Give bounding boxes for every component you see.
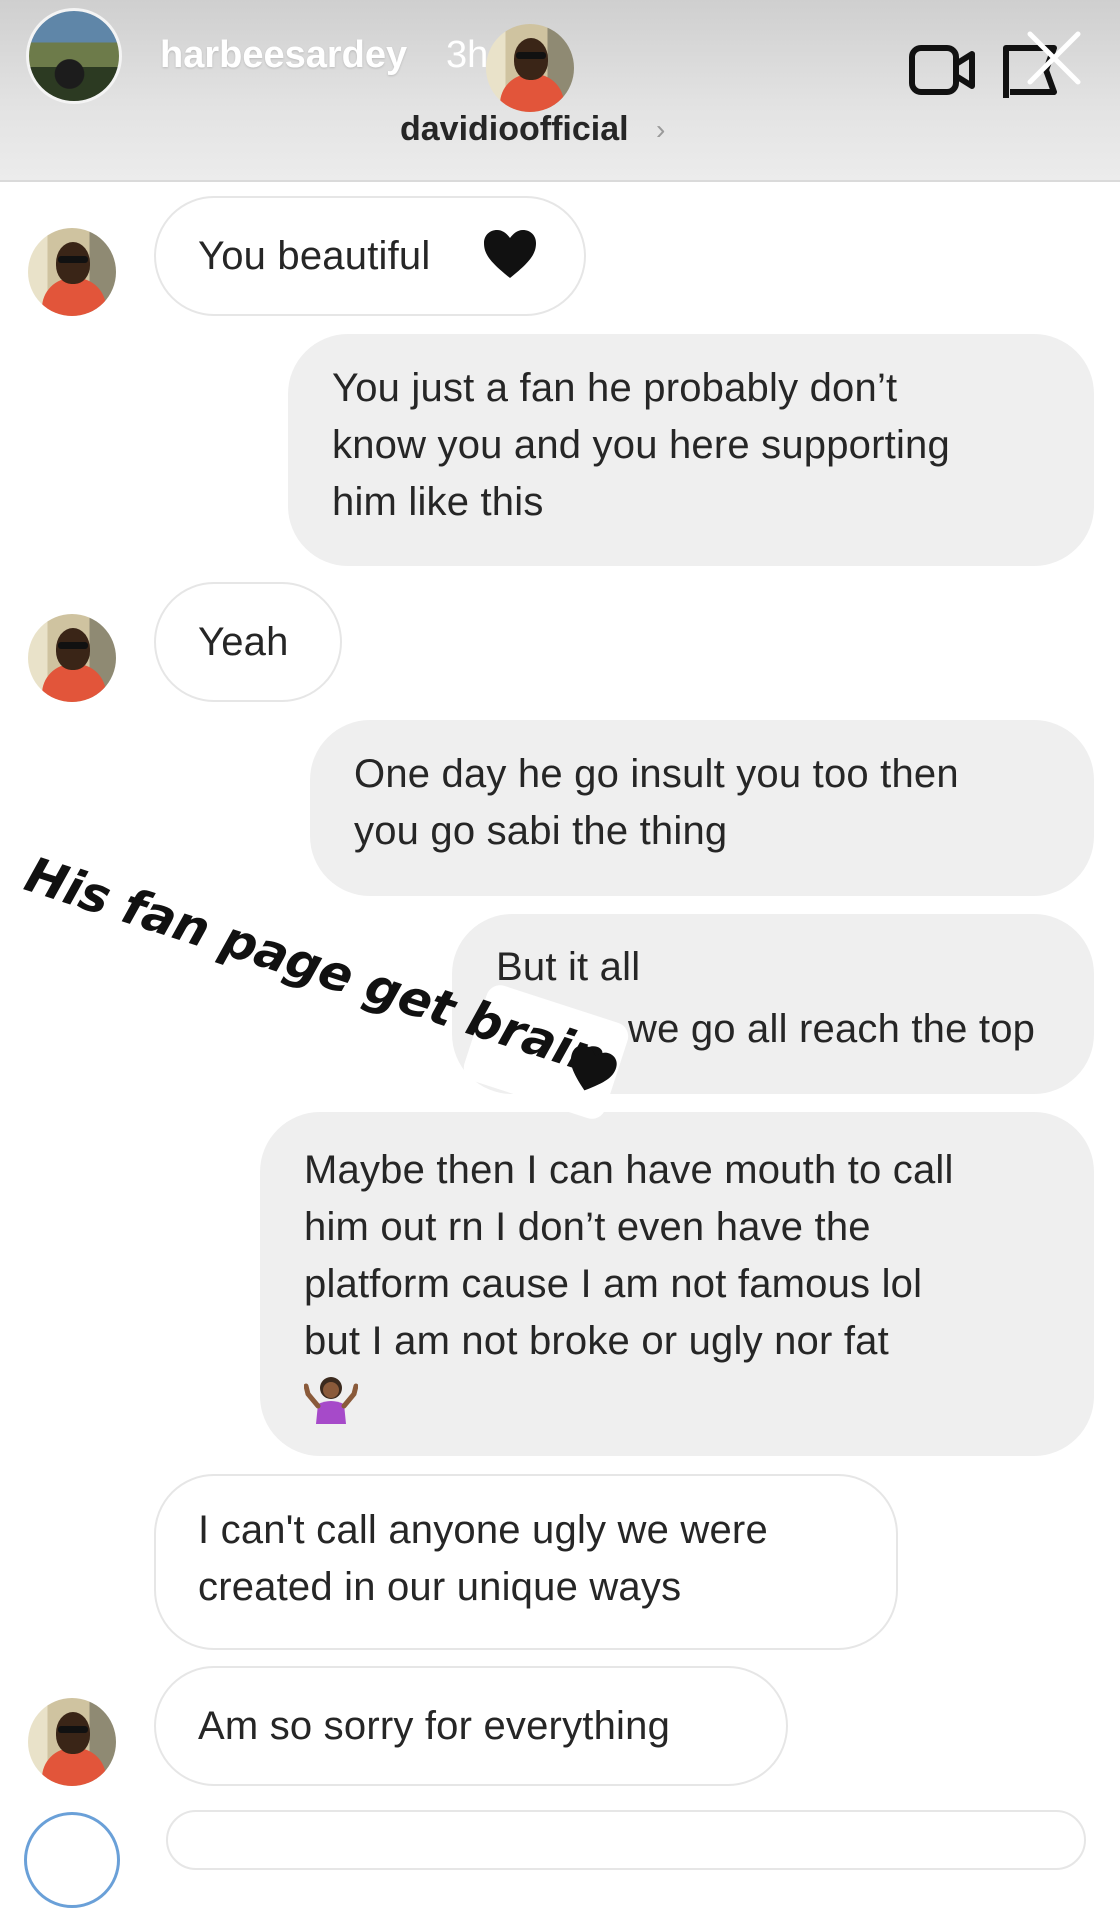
partial-message-bubble <box>166 1810 1086 1870</box>
message-line: I can't call anyone ugly we were <box>198 1508 768 1552</box>
story-author-avatar[interactable] <box>26 8 122 104</box>
story-timestamp: 3h <box>446 34 489 76</box>
message-text: You beautiful <box>198 234 431 278</box>
message-line: but I am not broke or ugly nor fat <box>304 1319 889 1363</box>
message-line: Maybe then I can have mouth to call <box>304 1148 954 1192</box>
message-bubble-sent[interactable]: Maybe then I can have mouth to call him … <box>260 1112 1094 1456</box>
message-line: know you and you here supporting <box>332 423 950 467</box>
message-text: Yeah <box>198 620 289 664</box>
message-bubble-received[interactable]: I can't call anyone ugly we were created… <box>154 1474 898 1650</box>
message-bubble-sent[interactable]: You just a fan he probably don’t know yo… <box>288 334 1094 566</box>
shrugging-woman-icon <box>303 1374 359 1440</box>
message-bubble-received[interactable]: Yeah <box>154 582 342 702</box>
message-line: But it all <box>496 945 641 989</box>
message-line: platform cause I am not famous lol <box>304 1262 923 1306</box>
video-call-icon[interactable] <box>908 42 978 98</box>
message-bubble-sent[interactable]: One day he go insult you too then you go… <box>310 720 1094 896</box>
close-icon[interactable] <box>1024 28 1084 88</box>
message-line: him out rn I don’t even have the <box>304 1205 871 1249</box>
message-line: One day he go insult you too then <box>354 752 959 796</box>
message-line: you go sabi the thing <box>354 809 728 853</box>
black-heart-icon <box>566 1045 617 1094</box>
message-bubble-received[interactable]: Am so sorry for everything <box>154 1666 788 1786</box>
sender-avatar[interactable] <box>28 614 116 702</box>
message-line: You just a fan he probably don’t <box>332 366 898 410</box>
partial-avatar <box>24 1812 120 1908</box>
message-line: created in our unique ways <box>198 1565 682 1609</box>
chevron-right-icon: › <box>656 114 666 145</box>
chat-partner-username[interactable]: davidioofficial <box>400 110 629 149</box>
sender-avatar[interactable] <box>28 228 116 316</box>
black-heart-icon <box>482 228 538 280</box>
sender-avatar[interactable] <box>28 1698 116 1786</box>
story-author-username[interactable]: harbeesardey <box>160 34 407 77</box>
message-line: him like this <box>332 480 544 524</box>
chat-partner-avatar[interactable] <box>486 24 574 112</box>
message-bubble-received[interactable]: You beautiful <box>154 196 586 316</box>
message-text: Am so sorry for everything <box>198 1704 671 1748</box>
